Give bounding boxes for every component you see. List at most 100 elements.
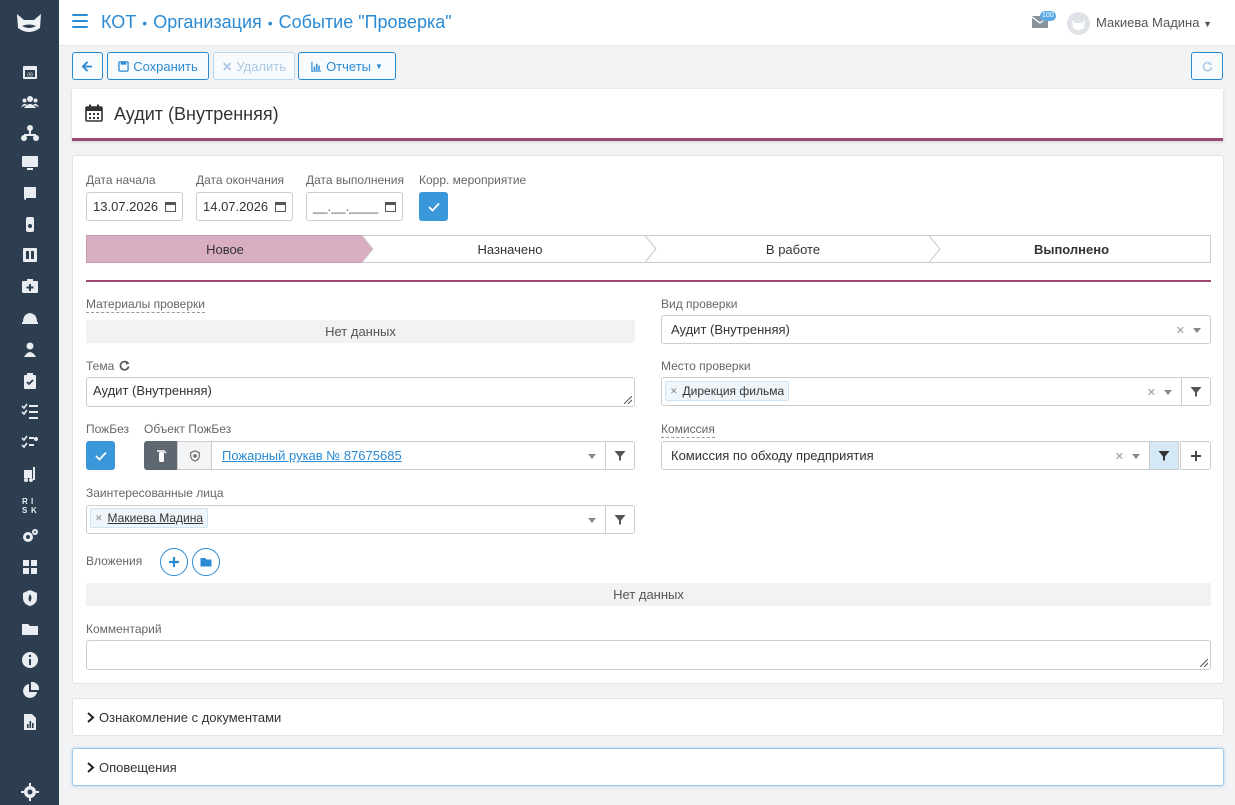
delete-button[interactable]: Удалить: [213, 52, 295, 80]
fire-shield-icon[interactable]: [20, 588, 40, 608]
done-date-label: Дата выполнения: [306, 173, 404, 187]
place-tag[interactable]: ✕ Дирекция фильма: [665, 381, 790, 401]
commission-select[interactable]: Комиссия по обходу предприятия ✕: [661, 441, 1150, 470]
calendar-icon[interactable]: [275, 201, 286, 212]
comment-textarea[interactable]: [86, 640, 1211, 670]
hard-hat-icon[interactable]: [20, 308, 40, 328]
docs-acknowledgement-section[interactable]: Ознакомление с документами: [72, 698, 1224, 736]
corp-event-checkbox[interactable]: [419, 192, 448, 221]
risk-icon[interactable]: RISK: [20, 495, 40, 515]
step-assigned[interactable]: Назначено: [366, 235, 654, 263]
commission-label[interactable]: Комиссия: [661, 422, 715, 438]
notifications-section[interactable]: Оповещения: [72, 748, 1224, 786]
mail-badge: 100: [1040, 11, 1056, 21]
pie-chart-icon[interactable]: [20, 681, 40, 701]
chevron-down-icon: [588, 454, 596, 459]
cogs-icon[interactable]: [20, 526, 40, 546]
task-list-icon[interactable]: [20, 401, 40, 421]
menu-toggle-icon[interactable]: [72, 14, 88, 28]
back-button[interactable]: [72, 52, 103, 80]
worker-icon[interactable]: [20, 339, 40, 359]
breadcrumb-item[interactable]: КОТ: [101, 12, 136, 32]
breadcrumb-separator: •: [142, 15, 148, 31]
calendar-icon: [85, 104, 103, 122]
folder-icon[interactable]: [20, 619, 40, 639]
attach-folder-button[interactable]: [192, 548, 220, 576]
done-date-placeholder: __.__.____: [313, 199, 379, 214]
filter-icon: [1190, 386, 1202, 397]
tag-remove-icon[interactable]: ✕: [95, 513, 103, 524]
avatar[interactable]: [1067, 12, 1090, 35]
reload-icon[interactable]: [119, 360, 130, 371]
close-icon: [223, 61, 232, 71]
report-file-icon[interactable]: [20, 712, 40, 732]
fire-object-label: Объект ПожБез: [144, 422, 232, 436]
extinguisher-icon[interactable]: [20, 214, 40, 234]
comment-label: Комментарий: [86, 622, 162, 636]
materials-empty: Нет данных: [86, 320, 635, 343]
users-icon[interactable]: [20, 92, 40, 112]
puzzle-icon[interactable]: [20, 557, 40, 577]
step-new[interactable]: Новое: [86, 235, 364, 263]
refresh-button[interactable]: [1191, 52, 1223, 80]
breadcrumb-item[interactable]: Организация: [153, 12, 262, 32]
book-icon[interactable]: [20, 184, 40, 204]
save-button[interactable]: Сохранить: [107, 52, 209, 80]
info-icon[interactable]: [20, 650, 40, 670]
topic-textarea[interactable]: Аудит (Внутренняя): [86, 377, 635, 407]
clear-icon[interactable]: ✕: [1147, 386, 1156, 399]
materials-label[interactable]: Материалы проверки: [86, 297, 205, 313]
page-title: Аудит (Внутренняя): [114, 104, 279, 124]
tag-remove-icon[interactable]: ✕: [670, 386, 678, 397]
extinguisher-type-toggle[interactable]: [144, 441, 177, 470]
audit-type-select[interactable]: Аудит (Внутренняя) ✕: [661, 315, 1211, 344]
check-icon: [94, 451, 107, 461]
arrow-left-icon: [82, 60, 93, 72]
audit-type-value: Аудит (Внутренняя): [671, 322, 790, 337]
place-tag-label: Дирекция фильма: [682, 384, 785, 398]
interested-filter-button[interactable]: [605, 505, 635, 534]
interested-tag-label: Макиева Мадина: [107, 511, 204, 525]
step-in-progress[interactable]: В работе: [649, 235, 937, 263]
clear-icon[interactable]: ✕: [1115, 450, 1124, 463]
notifications-section-title: Оповещения: [99, 759, 177, 775]
step-done[interactable]: Выполнено: [932, 235, 1211, 263]
breadcrumb-separator: •: [267, 15, 273, 31]
logo-icon[interactable]: [16, 12, 42, 36]
resize-handle-icon[interactable]: [1200, 659, 1208, 667]
add-attachment-button[interactable]: [160, 548, 188, 576]
commission-filter-button[interactable]: [1149, 441, 1179, 470]
start-date-input[interactable]: 13.07.2026: [86, 192, 183, 221]
end-date-input[interactable]: 14.07.2026: [196, 192, 293, 221]
task-settings-icon[interactable]: [20, 433, 40, 453]
calendar-icon[interactable]: [385, 201, 396, 212]
org-structure-icon[interactable]: [20, 123, 40, 143]
user-menu[interactable]: Макиева Мадина ▼: [1096, 15, 1212, 30]
chevron-right-icon: [87, 711, 95, 723]
fire-object-filter-button[interactable]: [605, 441, 635, 470]
shield-type-toggle[interactable]: [177, 441, 212, 470]
end-date-label: Дата окончания: [196, 173, 285, 187]
fire-safety-checkbox[interactable]: [86, 441, 115, 470]
calendar-icon[interactable]: 09: [20, 62, 40, 82]
calendar-icon[interactable]: [165, 201, 176, 212]
forklift-icon[interactable]: [20, 464, 40, 484]
medkit-icon[interactable]: [20, 276, 40, 296]
reports-dropdown-button[interactable]: Отчеты ▼: [298, 52, 396, 80]
interested-tag[interactable]: ✕ Макиева Мадина: [90, 508, 209, 528]
chevron-right-icon: [87, 761, 95, 773]
caret-down-icon: ▼: [375, 61, 383, 71]
top-bar: КОТ • Организация • Событие "Проверка" 100 М…: [59, 0, 1235, 46]
commission-add-button[interactable]: [1180, 441, 1211, 470]
place-filter-button[interactable]: [1181, 377, 1211, 406]
monitor-icon[interactable]: [20, 153, 40, 173]
bar-chart-icon: [311, 61, 322, 72]
safety-sign-icon[interactable]: [20, 245, 40, 265]
clipboard-check-icon[interactable]: [20, 371, 40, 391]
resize-handle-icon[interactable]: [624, 396, 632, 404]
clear-icon[interactable]: ✕: [1176, 324, 1185, 337]
settings-gear-icon[interactable]: [20, 782, 40, 802]
fire-object-link[interactable]: Пожарный рукав № 87675685: [222, 448, 402, 463]
fire-object-select[interactable]: Пожарный рукав № 87675685: [211, 441, 606, 470]
done-date-input[interactable]: __.__.____: [306, 192, 403, 221]
